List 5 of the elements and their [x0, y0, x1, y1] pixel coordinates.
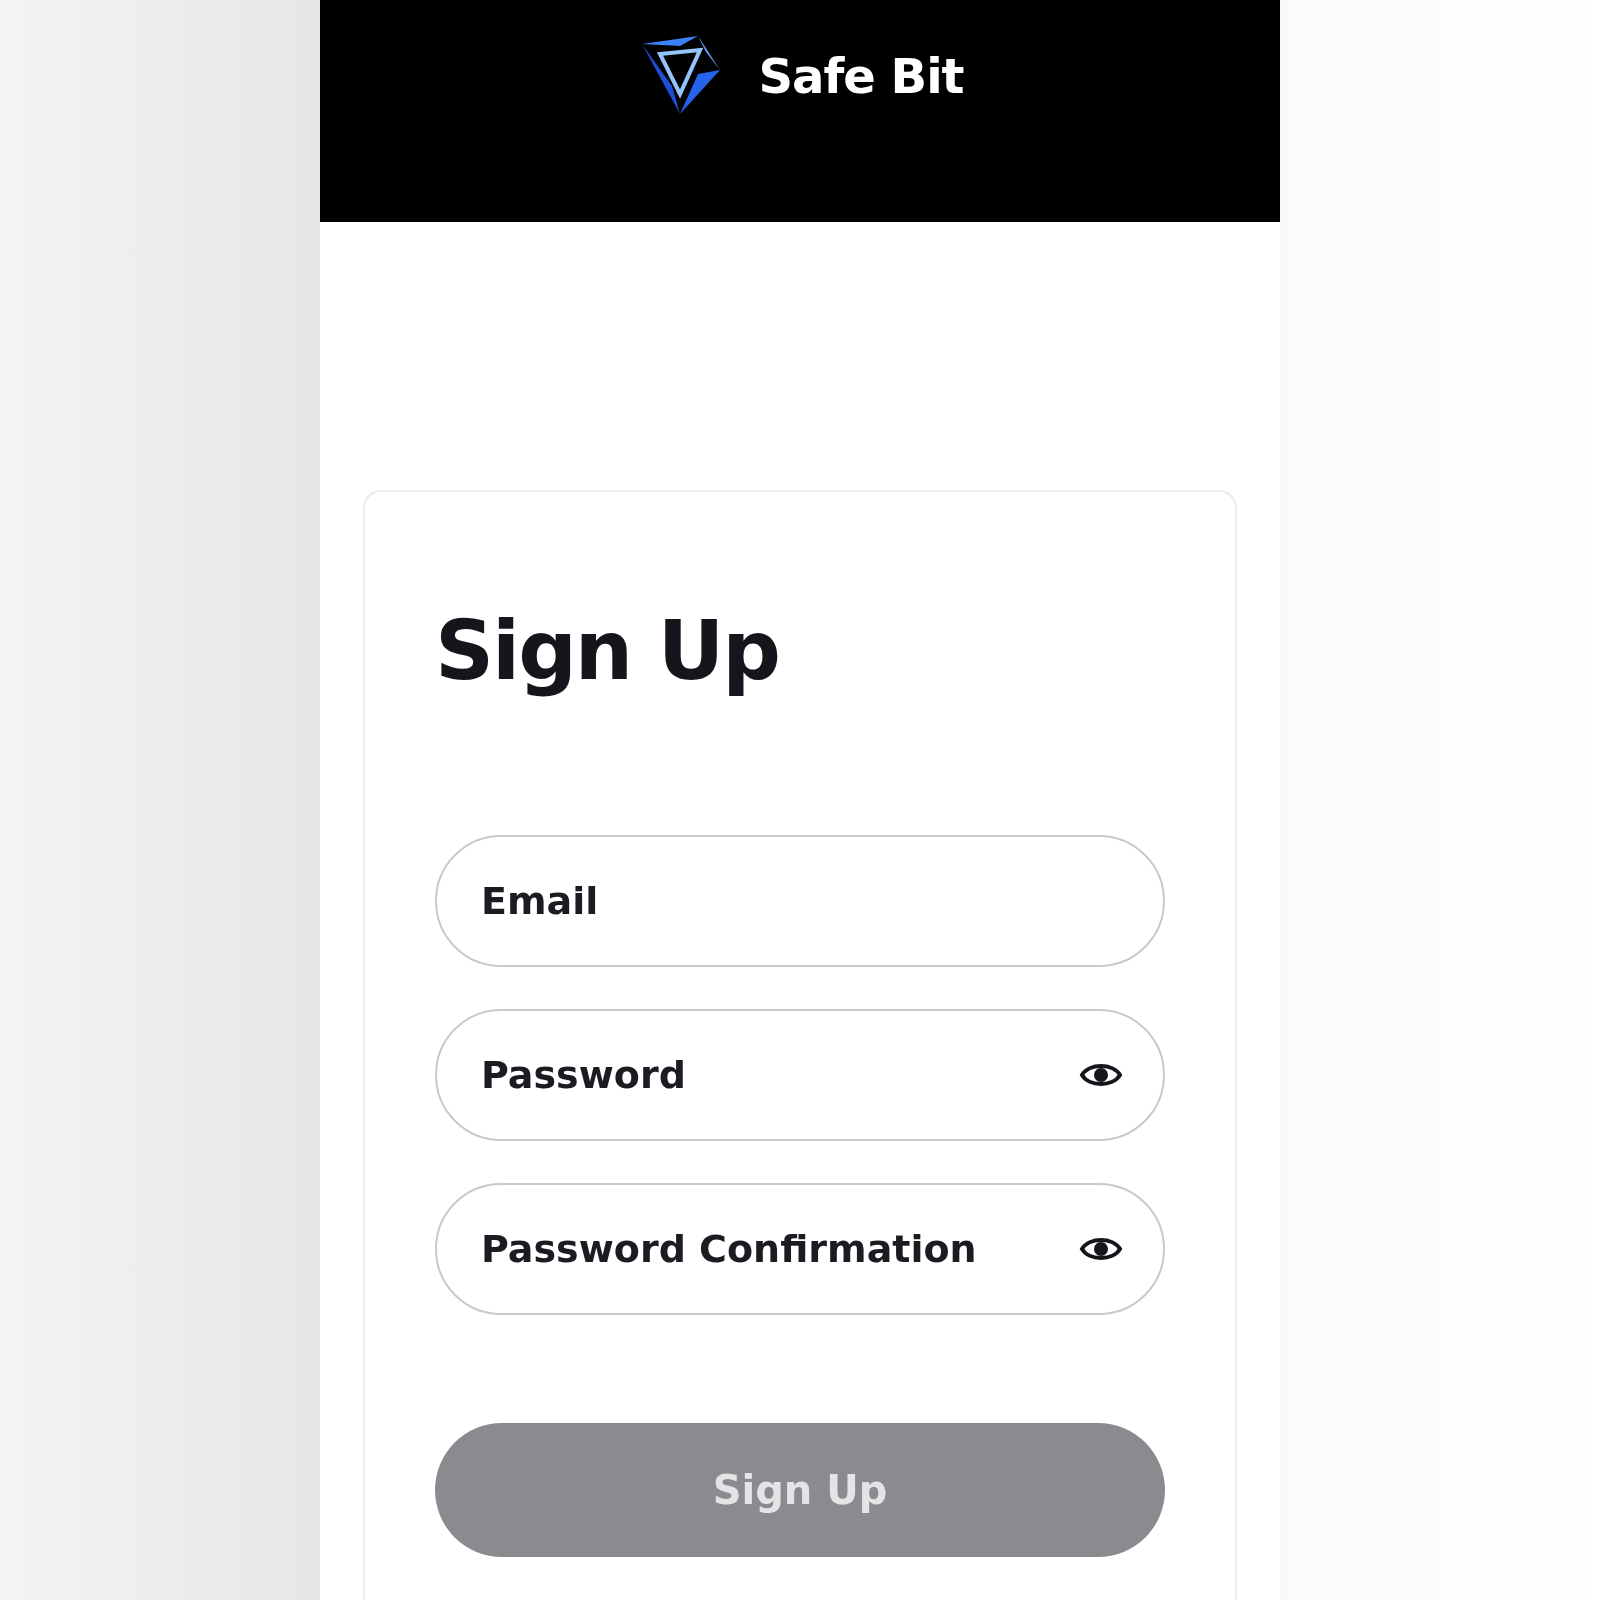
input-field[interactable]: Password	[435, 1008, 1165, 1141]
brand-name: Safe Bit	[758, 47, 964, 106]
form-title: Sign Up	[435, 602, 780, 700]
input-field[interactable]: Password Confirmation	[435, 1182, 1165, 1315]
input-field[interactable]: Email	[435, 834, 1165, 967]
